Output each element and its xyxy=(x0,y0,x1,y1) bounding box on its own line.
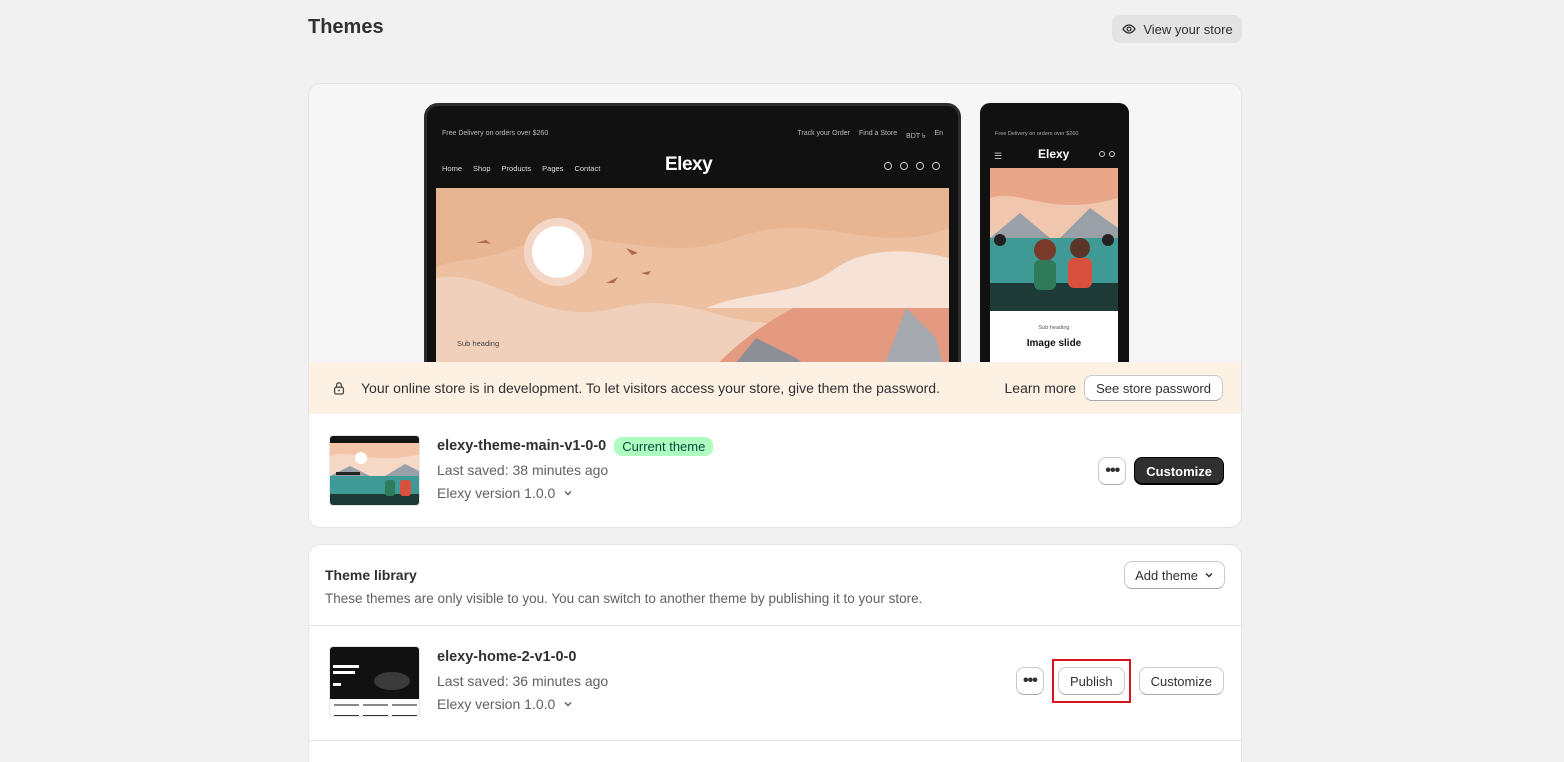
current-theme-version: Elexy version 1.0.0 xyxy=(437,485,556,501)
divider xyxy=(309,740,1241,741)
desktop-nav-item: Contact xyxy=(574,164,601,173)
cart-icon xyxy=(932,162,940,170)
lock-icon xyxy=(333,382,345,395)
hamburger-menu-icon: ☰ xyxy=(994,151,1003,161)
mobile-slide-caption: Sub heading Image slide xyxy=(990,311,1118,362)
more-actions-button[interactable]: ••• xyxy=(1015,667,1044,695)
banner-message: Your online store is in development. To … xyxy=(361,380,940,396)
development-banner: Your online store is in development. To … xyxy=(309,362,1241,414)
library-theme-version: Elexy version 1.0.0 xyxy=(437,696,556,712)
page-title: Themes xyxy=(308,16,384,38)
library-theme-actions: ••• Publish Customize xyxy=(1015,659,1224,703)
desktop-topbar: Free Delivery on orders over $260 Track … xyxy=(442,130,943,142)
current-theme-badge: Current theme xyxy=(614,436,714,456)
chevron-down-icon xyxy=(1205,572,1213,578)
desktop-nav-item: Pages xyxy=(542,164,564,173)
mobile-logo: Elexy xyxy=(1038,147,1070,161)
desktop-find-store: Find a Store xyxy=(858,130,898,137)
mobile-header-icons xyxy=(1099,151,1115,157)
mobile-preview[interactable]: Free Delivery on orders over $260 ☰ Elex… xyxy=(980,103,1129,362)
current-theme-card: Free Delivery on orders over $260 Track … xyxy=(308,83,1242,528)
current-theme-row: elexy-theme-main-v1-0-0 Current theme La… xyxy=(309,435,1241,506)
current-theme-thumbnail[interactable] xyxy=(329,435,420,506)
desktop-nav-item: Shop xyxy=(473,164,491,173)
compare-icon xyxy=(900,162,908,170)
mobile-subheading: Sub heading xyxy=(1038,325,1070,331)
customize-button[interactable]: Customize xyxy=(1138,667,1224,695)
current-theme-title: elexy-theme-main-v1-0-0 Current theme xyxy=(437,435,714,457)
customize-button[interactable]: Customize xyxy=(1134,457,1224,485)
theme-library-card: Theme library These themes are only visi… xyxy=(308,544,1242,762)
search-icon xyxy=(1099,151,1105,157)
desktop-nav-item: Home xyxy=(442,164,463,173)
library-theme-last-saved: Last saved: 36 minutes ago xyxy=(437,673,609,689)
desktop-track-order: Track your Order xyxy=(797,130,850,137)
desktop-language: En xyxy=(934,130,943,137)
wishlist-icon xyxy=(916,162,924,170)
eye-icon xyxy=(1122,24,1137,34)
current-theme-version-toggle[interactable]: Elexy version 1.0.0 xyxy=(437,485,713,501)
theme-library-description: These themes are only visible to you. Yo… xyxy=(325,591,923,606)
divider xyxy=(309,625,1241,626)
search-icon xyxy=(884,162,892,170)
publish-highlight: Publish xyxy=(1051,659,1131,703)
mobile-hero-illustration xyxy=(990,168,1118,311)
library-theme-thumbnail[interactable] xyxy=(329,646,420,717)
desktop-nav: Home Shop Products Pages Contact xyxy=(442,164,600,173)
desktop-hero-illustration xyxy=(436,188,949,362)
cart-icon xyxy=(1109,151,1115,157)
view-store-button[interactable]: View your store xyxy=(1112,15,1242,43)
desktop-promo: Free Delivery on orders over $260 xyxy=(442,130,549,137)
library-theme-row: elexy-home-2-v1-0-0 Last saved: 36 minut… xyxy=(309,646,1241,717)
desktop-header-icons xyxy=(884,162,940,170)
mobile-slide-title: Image slide xyxy=(1026,338,1082,349)
add-theme-label: Add theme xyxy=(1135,567,1198,583)
see-store-password-button[interactable]: See store password xyxy=(1084,375,1223,401)
learn-more-link[interactable]: Learn more xyxy=(1005,380,1077,396)
desktop-hero-subheading: Sub heading xyxy=(457,339,500,348)
current-theme-thumbnail-image xyxy=(330,436,419,505)
publish-button[interactable]: Publish xyxy=(1057,667,1125,695)
add-theme-button[interactable]: Add theme xyxy=(1124,561,1225,589)
mobile-promo: Free Delivery on orders over $260 xyxy=(995,131,1079,137)
more-actions-button[interactable]: ••• xyxy=(1098,457,1127,485)
desktop-preview[interactable]: Free Delivery on orders over $260 Track … xyxy=(424,103,961,362)
current-theme-name: elexy-theme-main-v1-0-0 xyxy=(437,438,607,454)
chevron-down-icon xyxy=(564,701,572,707)
theme-preview: Free Delivery on orders over $260 Track … xyxy=(309,84,1241,362)
theme-library-heading: Theme library xyxy=(325,567,417,583)
library-theme-info: elexy-home-2-v1-0-0 Last saved: 36 minut… xyxy=(437,646,608,712)
library-theme-name: elexy-home-2-v1-0-0 xyxy=(437,649,577,665)
current-theme-info: elexy-theme-main-v1-0-0 Current theme La… xyxy=(437,435,714,501)
view-store-label: View your store xyxy=(1143,21,1233,37)
desktop-currency: BDT ৳ xyxy=(906,133,926,140)
chevron-down-icon xyxy=(564,490,572,496)
themes-page: Themes View your store Free Delivery on … xyxy=(0,0,1564,762)
library-theme-title: elexy-home-2-v1-0-0 xyxy=(437,646,608,668)
library-theme-version-toggle[interactable]: Elexy version 1.0.0 xyxy=(437,696,608,712)
current-theme-last-saved: Last saved: 38 minutes ago xyxy=(437,462,609,478)
library-theme-thumbnail-image xyxy=(330,647,419,716)
desktop-logo: Elexy xyxy=(665,154,713,175)
desktop-nav-item: Products xyxy=(501,164,532,173)
current-theme-actions: ••• Customize xyxy=(1098,457,1224,485)
